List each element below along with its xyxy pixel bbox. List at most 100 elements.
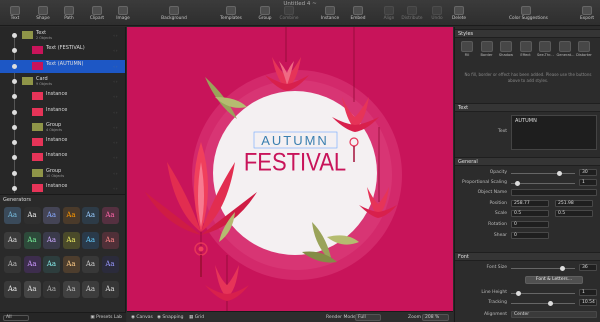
text-content-field[interactable]: AUTUMN [511,115,597,150]
toolbar-distribute-button[interactable]: Distribute [399,6,425,25]
layer-row-instance[interactable]: Instance ◦◦ [0,90,125,103]
generator-preset[interactable]: Aa [82,207,99,224]
toolbar-clipart-button[interactable]: Clipart [84,6,110,25]
generator-preset[interactable]: Aa [62,207,80,224]
toolbar-color-suggestions-button[interactable]: Color Suggestions [509,6,548,25]
opacity-field[interactable]: 30 [579,169,597,176]
rotation-field[interactable]: 0 [511,221,549,228]
visibility-icon[interactable]: ◦◦ [113,110,122,115]
render-mode-select[interactable]: Full [355,314,381,321]
scale-x-field[interactable]: 0.5 [511,210,549,217]
artboard[interactable]: AUTUMN FESTIVAL [127,27,453,311]
canvas-area[interactable]: AUTUMN FESTIVAL [127,27,453,311]
tracking-slider[interactable] [511,301,575,306]
generator-preset[interactable]: Aa [23,207,41,224]
generator-preset[interactable]: Aa [101,207,119,224]
generator-preset[interactable]: Aa [43,231,60,249]
generator-preset[interactable]: Aa [43,207,60,224]
visibility-icon[interactable]: ◦◦ [113,48,122,53]
generator-preset[interactable]: Aa [4,280,21,298]
scaling-slider-knob[interactable] [514,181,520,186]
tracking-field[interactable]: 10.54 [579,299,597,306]
position-x-field[interactable]: 258.77 [511,200,549,207]
style-see-through-button[interactable]: See-Thr... [537,41,554,57]
object-name-field[interactable] [511,189,597,196]
generator-preset[interactable]: Aa [82,280,99,298]
position-y-field[interactable]: 251.98 [555,200,593,207]
generator-preset[interactable]: Aa [62,280,80,298]
layer-row-group[interactable]: Text 2 Objects ◦◦ [0,29,125,42]
generator-preset[interactable]: Aa [23,231,41,249]
visibility-icon[interactable]: ◦◦ [113,33,122,38]
generator-preset[interactable]: Aa [101,231,119,249]
scaling-slider[interactable] [511,181,575,186]
layer-row-text[interactable]: Text (AUTUMN) ◦◦ [0,59,125,73]
generator-preset[interactable]: Aa [101,256,119,273]
font-size-slider-knob[interactable] [559,266,565,271]
generator-preset[interactable]: Aa [62,256,80,273]
visibility-icon[interactable]: ◦◦ [113,171,122,176]
toolbar-text-button[interactable]: Text [2,6,28,25]
generator-preset[interactable]: Aa [43,256,60,273]
toolbar-group-button[interactable]: Group [252,6,278,25]
generator-preset[interactable]: Aa [23,256,41,273]
generator-preset[interactable]: Aa [43,280,60,298]
line-height-slider[interactable] [511,291,575,296]
toolbar-embed-button[interactable]: Embed [345,6,371,25]
generator-preset[interactable]: Aa [23,280,41,298]
font-size-slider[interactable] [511,266,575,271]
font-letters-button[interactable]: Font & Letters... [525,276,583,284]
festival-text[interactable]: FESTIVAL [244,149,346,177]
layer-row-instance[interactable]: Instance ◦◦ [0,106,125,119]
visibility-icon[interactable]: ◦◦ [113,94,122,99]
visibility-icon[interactable]: ◦◦ [113,79,122,84]
toolbar-templates-button[interactable]: Templates [214,6,248,25]
scale-y-field[interactable]: 0.5 [555,210,593,217]
opacity-slider[interactable] [511,171,575,176]
style-fill-button[interactable]: Fill [459,41,475,57]
style-distorter-button[interactable]: Distorter [576,41,592,57]
visibility-icon[interactable]: ◦◦ [113,186,122,191]
font-section-header[interactable]: Font [455,252,600,261]
layer-row-group[interactable]: Group 4 Objects ◦◦ [0,121,125,134]
generator-preset[interactable]: Aa [101,280,119,298]
toolbar-shape-button[interactable]: Shape [30,6,56,25]
generator-preset[interactable]: Aa [82,231,99,249]
snapping-toggle[interactable]: ◉ Snapping [157,315,184,320]
toolbar-export-button[interactable]: Export [574,6,600,25]
general-section-header[interactable]: General [455,157,600,166]
visibility-icon[interactable]: ◦◦ [113,140,122,145]
toolbar-combine-button[interactable]: Combine [276,6,302,25]
toolbar-background-button[interactable]: Background [157,6,191,25]
shear-field[interactable]: 0 [511,232,549,239]
layer-row-group[interactable]: Group 10 Objects ◦◦ [0,167,125,180]
layer-row-group[interactable]: Card 9 Objects ◦◦ [0,75,125,88]
visibility-icon[interactable]: ◦◦ [113,64,122,69]
toolbar-path-button[interactable]: Path [56,6,82,25]
grid-toggle[interactable]: ▦ Grid [189,315,204,320]
presets-lab-button[interactable]: ▣ Presets Lab [90,315,122,320]
autumn-text[interactable]: AUTUMN [261,133,329,148]
visibility-icon[interactable]: ◦◦ [113,125,122,130]
opacity-slider-knob[interactable] [556,171,562,176]
toolbar-instance-button[interactable]: Instance [317,6,343,25]
layer-row-instance[interactable]: Instance ◦◦ [0,151,125,164]
line-height-field[interactable]: 1 [579,289,597,296]
styles-section-header[interactable]: Styles [455,29,600,38]
scaling-field[interactable]: 1 [579,179,597,186]
line-height-slider-knob[interactable] [516,291,522,296]
generator-preset[interactable]: Aa [62,231,80,249]
toolbar-delete-button[interactable]: Delete [446,6,472,25]
generators-filter-select[interactable]: All [3,315,29,321]
toolbar-image-button[interactable]: Image [110,6,136,25]
generator-preset[interactable]: Aa [4,231,21,249]
canvas-toggle[interactable]: ◉ Canvas [131,315,153,320]
generator-preset[interactable]: Aa [4,207,21,224]
style-effect-button[interactable]: Effect [518,41,534,57]
layer-row-instance[interactable]: Instance ◦◦ [0,182,125,194]
visibility-icon[interactable]: ◦◦ [113,155,122,160]
generator-preset[interactable]: Aa [4,256,21,273]
style-generator-button[interactable]: Generat... [557,41,575,57]
layer-row-instance[interactable]: Instance ◦◦ [0,136,125,149]
alignment-select[interactable]: Center [511,311,597,318]
